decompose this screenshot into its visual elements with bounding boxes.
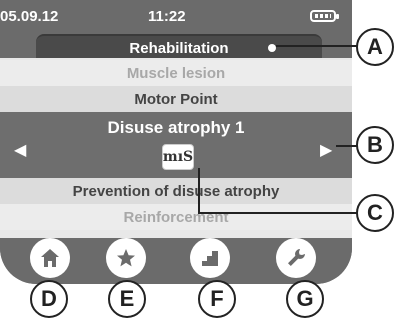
callout-b: B [356,126,394,164]
title-tab: Rehabilitation [36,34,322,60]
list-item-label: Prevention of disuse atrophy [72,182,280,200]
list-item[interactable]: Reinforcement [0,204,352,230]
star-icon [117,249,135,267]
arrow-right-icon[interactable]: ▶ [320,140,332,160]
list-item-label: Motor Point [134,90,218,108]
callout-e: E [108,280,146,318]
callout-c: C [356,194,394,232]
stairs-icon [202,251,218,266]
title-indicator-dot [268,44,276,52]
list-item[interactable]: Motor Point [0,86,352,112]
device-screen: 05.09.12 11:22 Rehabilitation Muscle les… [0,0,352,284]
callout-f: F [198,280,236,318]
softkey-bar [0,238,352,284]
mi-scan-badge: mıS [162,144,194,170]
program-list: Muscle lesion Motor Point Disuse atrophy… [0,58,352,238]
list-item-label: Muscle lesion [126,64,226,82]
list-item[interactable]: Prevention of disuse atrophy [0,178,352,204]
status-bar: 05.09.12 11:22 [0,0,352,32]
battery-icon [310,10,339,22]
callout-a: A [356,28,394,66]
status-time: 11:22 [148,8,186,25]
programs-button[interactable] [190,238,230,278]
page-title: Rehabilitation [129,40,229,57]
wrench-icon [288,249,305,266]
arrow-left-icon[interactable]: ◀ [14,140,26,160]
callout-g: G [286,280,324,318]
callout-line-c-vertical [198,168,200,214]
callout-line-a [276,45,358,47]
callout-d: D [30,280,68,318]
status-date: 05.09.12 [0,8,59,25]
settings-button[interactable] [276,238,316,278]
favorites-button[interactable] [106,238,146,278]
list-item[interactable]: Muscle lesion [0,60,352,86]
home-button[interactable] [30,238,70,278]
callout-line-b [336,145,358,147]
callout-line-c [198,212,358,214]
home-icon [41,249,59,267]
list-item-label: Disuse atrophy 1 [107,118,245,137]
